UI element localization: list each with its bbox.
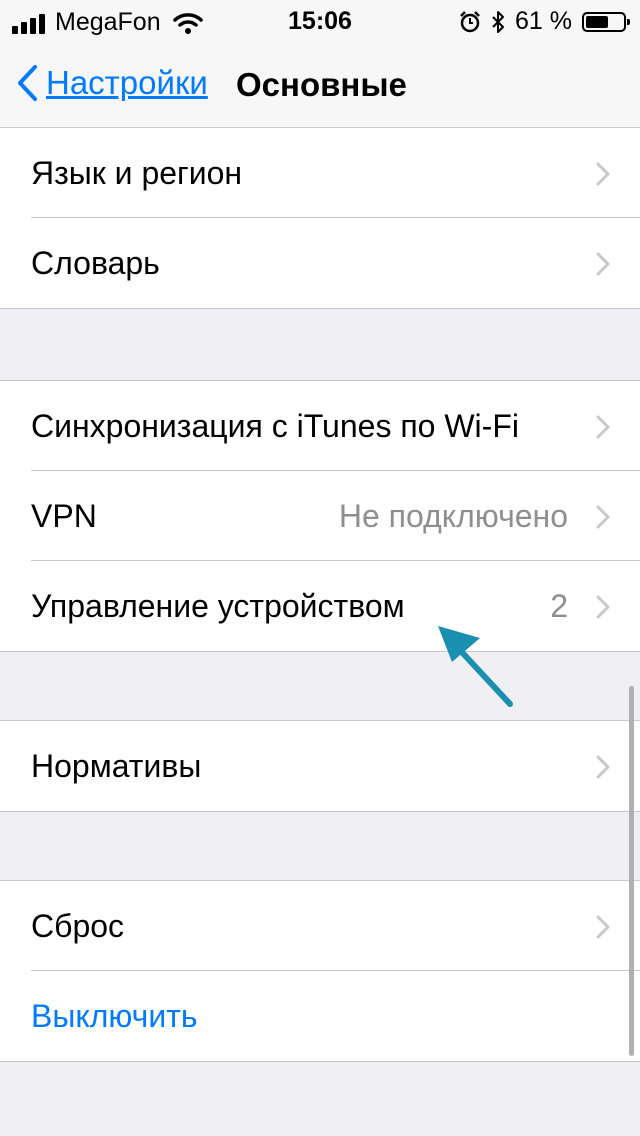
row-label: VPN bbox=[31, 498, 97, 534]
settings-group-reset: Сброс Выключить bbox=[0, 880, 640, 1062]
navigation-bar: Настройки Основные bbox=[0, 40, 640, 128]
list-item-language-region[interactable]: Язык и регион bbox=[0, 128, 640, 218]
list-item-dictionary[interactable]: Словарь bbox=[0, 218, 640, 308]
settings-group-regulatory: Нормативы bbox=[0, 720, 640, 812]
status-right: 61 % bbox=[459, 7, 630, 36]
settings-group-language: Язык и регион Словарь bbox=[0, 128, 640, 309]
chevron-right-icon bbox=[596, 505, 610, 529]
row-label: Словарь bbox=[31, 245, 160, 281]
settings-group-network: Синхронизация с iTunes по Wi-Fi VPN Не п… bbox=[0, 380, 640, 652]
battery-percent: 61 % bbox=[515, 7, 572, 35]
shutdown-label: Выключить bbox=[31, 998, 198, 1034]
chevron-right-icon bbox=[596, 252, 610, 276]
chevron-right-icon bbox=[596, 595, 610, 619]
list-item-reset[interactable]: Сброс bbox=[0, 881, 640, 971]
back-label: Настройки bbox=[46, 64, 208, 101]
chevron-right-icon bbox=[596, 415, 610, 439]
page-title: Основные bbox=[236, 66, 407, 103]
row-label: Сброс bbox=[31, 908, 125, 944]
list-item-device-management[interactable]: Управление устройством 2 bbox=[0, 561, 640, 651]
row-label: Управление устройством bbox=[31, 588, 405, 624]
bluetooth-icon bbox=[492, 10, 505, 33]
chevron-left-icon bbox=[18, 65, 37, 101]
battery-icon bbox=[582, 11, 630, 32]
row-label: Нормативы bbox=[31, 748, 202, 784]
shutdown-button[interactable]: Выключить bbox=[0, 971, 640, 1061]
arrow-icon bbox=[438, 626, 513, 707]
back-button[interactable]: Настройки bbox=[16, 64, 208, 102]
profile-count-value: 2 bbox=[550, 588, 568, 624]
vpn-status-value: Не подключено bbox=[338, 498, 568, 534]
list-item-regulatory[interactable]: Нормативы bbox=[0, 721, 640, 811]
alarm-icon bbox=[460, 10, 480, 32]
list-item-itunes-wifi-sync[interactable]: Синхронизация с iTunes по Wi-Fi bbox=[0, 381, 640, 471]
list-item-vpn[interactable]: VPN Не подключено bbox=[0, 471, 640, 561]
status-bar: MegaFon 15:06 61 % bbox=[0, 0, 640, 40]
chevron-right-icon bbox=[596, 915, 610, 939]
row-label: Синхронизация с iTunes по Wi-Fi bbox=[31, 408, 519, 444]
chevron-right-icon bbox=[596, 162, 610, 186]
row-label: Язык и регион bbox=[31, 155, 243, 191]
chevron-right-icon bbox=[596, 755, 610, 779]
scrollbar[interactable] bbox=[629, 686, 634, 1056]
